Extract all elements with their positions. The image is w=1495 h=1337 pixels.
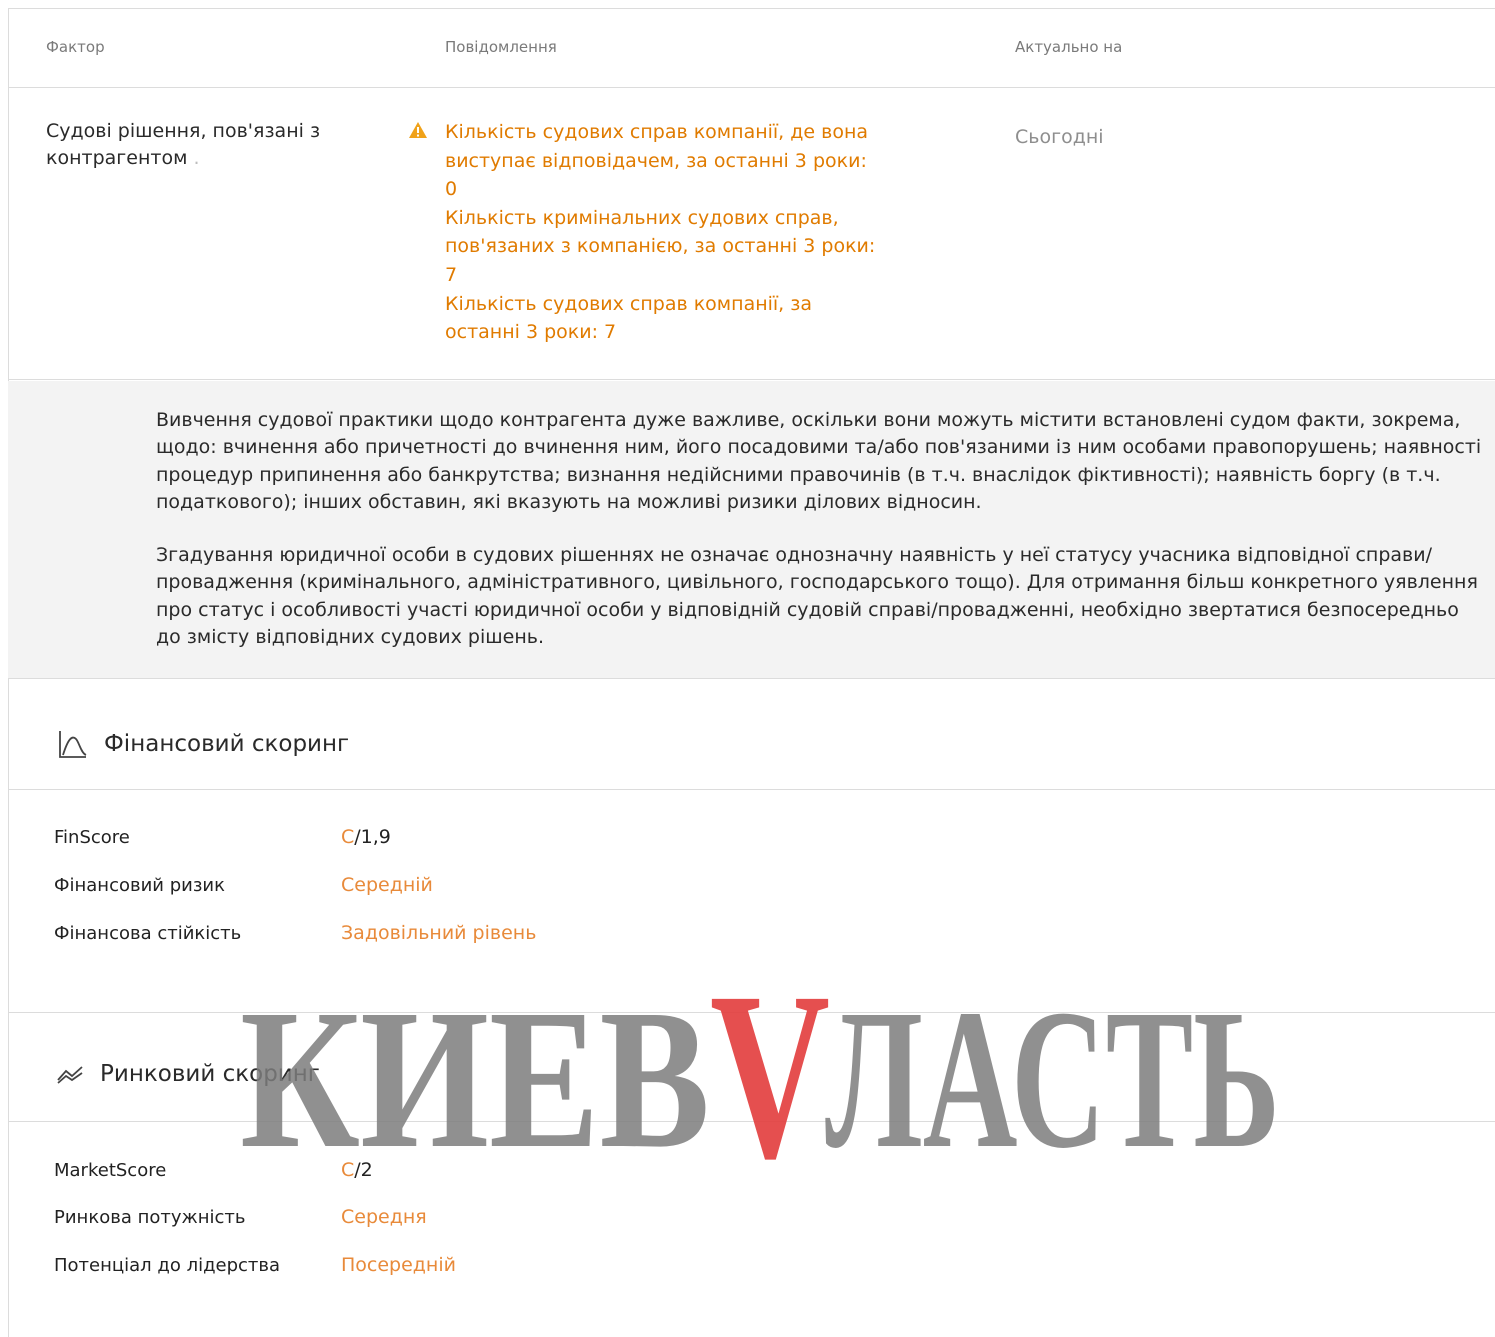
finscore-value: C/1,9 — [341, 826, 391, 848]
chart-curve-icon — [59, 731, 87, 758]
leadership-label: Потенціал до лідерства — [54, 1255, 281, 1276]
note-paragraph-1: Вивчення судової практики щодо контраген… — [156, 409, 1482, 514]
watermark-accent-text: V — [710, 946, 830, 1166]
financial-title-text: Фінансовий скоринг — [104, 731, 350, 757]
financial-section-title: Фінансовий скоринг — [56, 727, 349, 761]
factor-text: Судові рішення, пов'язані з контрагентом — [46, 120, 321, 169]
financial-stability-label: Фінансова стійкість — [54, 923, 242, 944]
divider — [8, 789, 1495, 790]
finscore-grade: C — [341, 826, 355, 848]
table-row: Судові рішення, пов'язані з контрагентом… — [8, 89, 1495, 380]
trend-icon — [57, 1066, 83, 1084]
date-cell: Сьогодні — [1015, 126, 1104, 148]
watermark-left-text: КИЕВ — [240, 969, 710, 1166]
warning-icon — [409, 122, 427, 138]
marketscore-label: MarketScore — [54, 1160, 167, 1181]
info-note: Вивчення судової практики щодо контраген… — [8, 381, 1495, 679]
leadership-value: Посередній — [341, 1254, 456, 1276]
financial-stability-value: Задовільний рівень — [341, 922, 537, 944]
market-power-label: Ринкова потужність — [54, 1207, 246, 1228]
message-line: Кількість судових справ компанії, за ост… — [445, 292, 813, 344]
message-line: Кількість кримінальних судових справ, по… — [445, 206, 876, 286]
financial-risk-value: Середній — [341, 874, 433, 896]
market-power-value: Середня — [341, 1206, 427, 1228]
factor-dot: . — [193, 147, 200, 169]
message-cell: Кількість судових справ компанії, де вон… — [445, 118, 965, 347]
table-header: Фактор Повідомлення Актуально на — [8, 8, 1495, 88]
finscore-rest: /1,9 — [354, 826, 391, 848]
header-date: Актуально на — [1015, 38, 1123, 56]
note-paragraph-2: Згадування юридичної особи в судових ріш… — [156, 544, 1478, 649]
watermark-right-text: ЛАСТЬ — [825, 969, 1280, 1166]
message-line: Кількість судових справ компанії, де вон… — [445, 121, 869, 201]
header-factor: Фактор — [46, 38, 105, 56]
watermark-logo: КИЕВ V ЛАСТЬ — [240, 946, 1280, 1166]
finscore-label: FinScore — [54, 827, 130, 848]
factor-cell: Судові рішення, пов'язані з контрагентом… — [46, 118, 386, 172]
financial-risk-label: Фінансовий ризик — [54, 875, 225, 896]
header-message: Повідомлення — [445, 38, 557, 56]
